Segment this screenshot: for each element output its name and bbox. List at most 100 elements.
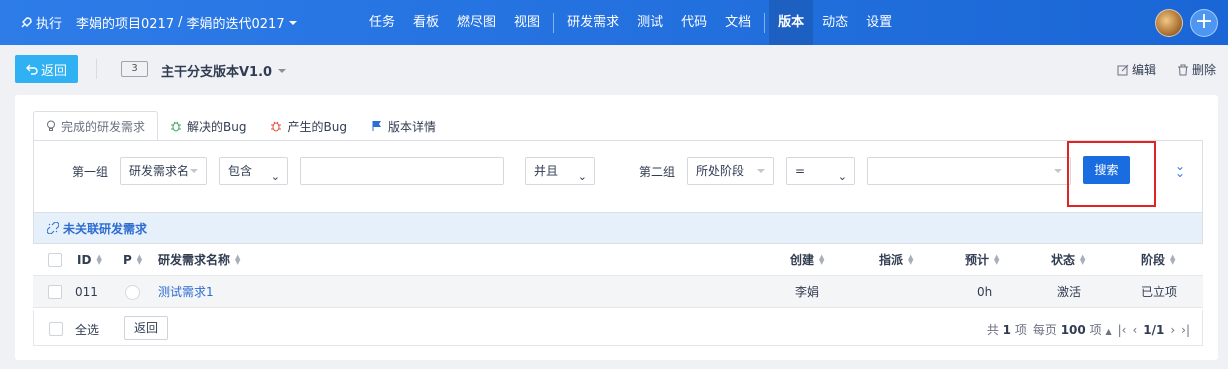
- story-name-link[interactable]: 测试需求1: [158, 276, 214, 308]
- nav-item-doc[interactable]: 文档: [716, 0, 760, 45]
- group1-value-input[interactable]: [300, 157, 504, 185]
- cell-creator: 李娟: [795, 285, 820, 299]
- col-label: 创建: [790, 253, 815, 267]
- group2-value-select[interactable]: [867, 157, 1071, 185]
- next-page-icon[interactable]: ›: [1170, 323, 1175, 337]
- select-value: 并且: [534, 164, 559, 178]
- chevron-down-icon: ⌄: [577, 170, 587, 183]
- back-label: 返回: [40, 63, 67, 79]
- col-assign[interactable]: 指派 ▲ ▼: [879, 244, 913, 276]
- project-link[interactable]: 李娟的项目0217: [76, 13, 174, 32]
- caret-up-icon: ▲: [1105, 327, 1112, 336]
- select-all-label[interactable]: 全选: [75, 321, 99, 338]
- nav-item-test[interactable]: 测试: [628, 0, 672, 45]
- select-value: =: [795, 164, 806, 178]
- table-footer: 全选 返回 共 1 项 每页 100 项 ▲ |‹ ‹ 1/1 › ›|: [33, 310, 1203, 346]
- nav-item-code[interactable]: 代码: [672, 0, 716, 45]
- last-page-icon[interactable]: ›|: [1181, 323, 1190, 337]
- col-label: ID: [77, 253, 92, 267]
- tab-created-bugs[interactable]: 产生的Bug: [258, 111, 358, 141]
- tab-bar: 完成的研发需求 解决的Bug 产生的Bug 版本详情: [33, 111, 448, 141]
- version-id-badge: 3: [121, 61, 148, 77]
- row-checkbox[interactable]: [48, 285, 62, 299]
- tab-label: 产生的Bug: [287, 119, 347, 134]
- nav-item-dynamic[interactable]: 动态: [813, 0, 857, 45]
- undo-icon: [25, 64, 38, 75]
- text: 每页: [1032, 323, 1057, 337]
- chevron-down-icon: [278, 68, 287, 73]
- cell-stage: 已立项: [1141, 285, 1178, 299]
- nav-item-build[interactable]: 版本: [769, 0, 814, 45]
- tab-resolved-bugs[interactable]: 解决的Bug: [158, 111, 258, 141]
- delete-button[interactable]: 删除: [1177, 61, 1216, 78]
- page-indicator: 1/1: [1143, 322, 1165, 337]
- edit-button[interactable]: 编辑: [1117, 61, 1156, 78]
- col-status[interactable]: 状态 ▲ ▼: [1051, 244, 1085, 276]
- create-button[interactable]: +: [1190, 9, 1218, 37]
- avatar[interactable]: [1155, 9, 1183, 37]
- stories-table: ID ▲ ▼ P ▲ ▼ 研发需求名称 ▲ ▼ 创建 ▲ ▼ 指派 ▲ ▼ 预计 ▲ ▼ 状态 ▲ ▼ 阶段…: [33, 244, 1203, 308]
- search-button[interactable]: 搜索: [1083, 156, 1130, 184]
- rocket-icon: [21, 16, 32, 27]
- unlinked-stories-link[interactable]: 未关联研发需求: [33, 212, 1203, 244]
- tab-label: 完成的研发需求: [61, 119, 146, 134]
- priority-circle: [125, 284, 140, 300]
- group1-operator-select[interactable]: 包含 ⌄: [219, 157, 288, 185]
- group2-operator-select[interactable]: = ⌄: [786, 157, 855, 185]
- chevron-down-icon: ⌄: [270, 170, 280, 183]
- col-label: 状态: [1051, 253, 1076, 267]
- select-value: 研发需求名: [129, 164, 190, 178]
- col-name[interactable]: 研发需求名称 ▲ ▼: [158, 244, 240, 276]
- cell-estimate: 0h: [977, 285, 993, 299]
- col-label: 阶段: [1141, 253, 1166, 267]
- footer-back-button[interactable]: 返回: [124, 316, 168, 340]
- lightbulb-icon: [47, 120, 55, 131]
- divider: [96, 59, 97, 79]
- back-button[interactable]: 返回: [15, 55, 78, 83]
- nav-item-story[interactable]: 研发需求: [558, 0, 628, 45]
- breadcrumb-separator: /: [178, 15, 183, 30]
- tab-label: 版本详情: [387, 119, 436, 134]
- nav-item-view[interactable]: 视图: [505, 0, 549, 45]
- bug-icon: [271, 121, 282, 132]
- col-creator[interactable]: 创建 ▲ ▼: [790, 244, 824, 276]
- col-priority[interactable]: P ▲ ▼: [123, 244, 142, 276]
- double-chevron-down-icon[interactable]: ⌄ ⌄: [1175, 160, 1185, 179]
- nav-item-task[interactable]: 任务: [360, 0, 404, 45]
- tab-version-details[interactable]: 版本详情: [359, 111, 448, 141]
- total-value: 1: [1002, 323, 1012, 337]
- tab-finished-stories[interactable]: 完成的研发需求: [33, 111, 159, 141]
- select-all-checkbox-header[interactable]: [48, 253, 62, 267]
- per-page-select[interactable]: 每页 100 项 ▲: [1033, 321, 1112, 338]
- col-estimate[interactable]: 预计 ▲ ▼: [965, 244, 999, 276]
- group1-field-select[interactable]: 研发需求名: [120, 157, 207, 185]
- breadcrumb: 执行 李娟的项目0217 / 李娟的迭代0217: [20, 0, 297, 45]
- flag-icon: [372, 121, 381, 131]
- text: 项: [1089, 323, 1102, 337]
- first-page-icon[interactable]: |‹: [1118, 323, 1127, 337]
- nav-item-kanban[interactable]: 看板: [404, 0, 448, 45]
- nav-item-burndown[interactable]: 燃尽图: [448, 0, 505, 45]
- nav-item-settings[interactable]: 设置: [857, 0, 901, 45]
- unlinked-label: 未关联研发需求: [63, 221, 148, 236]
- sort-icon: ▲ ▼: [136, 253, 143, 266]
- chevron-down-icon[interactable]: [288, 20, 297, 25]
- top-navbar: 执行 李娟的项目0217 / 李娟的迭代0217 任务 看板 燃尽图 视图 研发…: [0, 0, 1228, 45]
- logic-select[interactable]: 并且 ⌄: [525, 157, 595, 185]
- main-nav: 任务 看板 燃尽图 视图 研发需求 测试 代码 文档 版本 动态 设置: [360, 0, 901, 45]
- per-page-value: 100: [1060, 323, 1086, 337]
- table-row: 011 测试需求1 李娟 0h 激活 已立项: [33, 276, 1203, 308]
- col-stage[interactable]: 阶段 ▲ ▼: [1141, 244, 1175, 276]
- iteration-switcher[interactable]: 李娟的迭代0217: [187, 13, 285, 32]
- prev-page-icon[interactable]: ‹: [1132, 323, 1137, 337]
- group2-field-select[interactable]: 所处阶段: [687, 157, 774, 185]
- chevron-down-icon: ⌄: [837, 170, 847, 183]
- col-id[interactable]: ID ▲ ▼: [77, 244, 102, 276]
- exec-menu[interactable]: 执行: [20, 13, 62, 32]
- sort-icon: ▲ ▼: [994, 253, 1000, 266]
- version-switcher[interactable]: 主干分支版本V1.0: [161, 61, 287, 80]
- sort-icon: ▲ ▼: [1170, 253, 1176, 266]
- select-all-checkbox[interactable]: [49, 322, 63, 336]
- sort-icon: ▲ ▼: [235, 253, 241, 266]
- text: 共: [986, 323, 999, 337]
